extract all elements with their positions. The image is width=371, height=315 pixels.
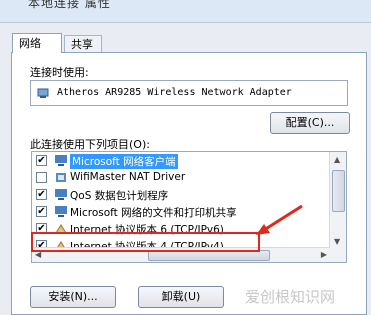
items-section-label: 此连接使用下列项目(O): bbox=[30, 138, 150, 151]
configure-button[interactable]: 配置(C)... bbox=[270, 112, 350, 134]
adapter-box: Atheros AR9285 Wireless Network Adapter bbox=[30, 80, 348, 106]
list-item[interactable]: ✔ Microsoft 网络客户端 bbox=[32, 153, 328, 169]
vertical-scrollbar[interactable]: ▲ ▼ bbox=[329, 152, 346, 262]
network-adapter-icon bbox=[37, 88, 49, 98]
scroll-down-icon[interactable]: ▼ bbox=[334, 237, 340, 246]
scroll-right-icon[interactable]: ▶ bbox=[321, 250, 327, 259]
watermark: 爱创根知识网 bbox=[245, 288, 336, 306]
qos-icon bbox=[55, 189, 67, 200]
vertical-scroll-thumb[interactable] bbox=[332, 170, 345, 212]
item-label: Microsoft 网络客户端 bbox=[70, 154, 178, 169]
file-printer-sharing-icon bbox=[55, 206, 67, 217]
tab-sharing[interactable]: 共享 bbox=[64, 35, 102, 53]
tab-network[interactable]: 网络 bbox=[12, 33, 62, 53]
window-title: 本地连接 属性 bbox=[28, 0, 111, 10]
ipv4-highlight-box bbox=[31, 232, 260, 252]
scroll-up-icon[interactable]: ▲ bbox=[334, 155, 340, 164]
item-checkbox[interactable]: ✔ bbox=[36, 189, 47, 200]
driver-icon bbox=[56, 173, 66, 182]
uninstall-button[interactable]: 卸载(U) bbox=[138, 286, 224, 308]
item-label: WifiMaster NAT Driver bbox=[70, 171, 186, 183]
item-label: Microsoft 网络的文件和打印机共享 bbox=[70, 207, 237, 219]
network-client-icon bbox=[55, 155, 67, 166]
item-checkbox[interactable] bbox=[36, 172, 47, 183]
window-title-bar: 本地连接 属性 bbox=[0, 0, 371, 23]
adapter-name: Atheros AR9285 Wireless Network Adapter bbox=[57, 87, 292, 98]
install-button[interactable]: 安装(N)... bbox=[30, 286, 116, 308]
item-checkbox[interactable]: ✔ bbox=[36, 155, 47, 166]
item-label: QoS 数据包计划程序 bbox=[70, 190, 169, 202]
connect-using-label: 连接时使用: bbox=[30, 66, 89, 79]
item-checkbox[interactable]: ✔ bbox=[36, 206, 47, 217]
annotation-arrow-icon bbox=[256, 204, 303, 235]
list-item[interactable]: WifiMaster NAT Driver bbox=[32, 170, 328, 186]
